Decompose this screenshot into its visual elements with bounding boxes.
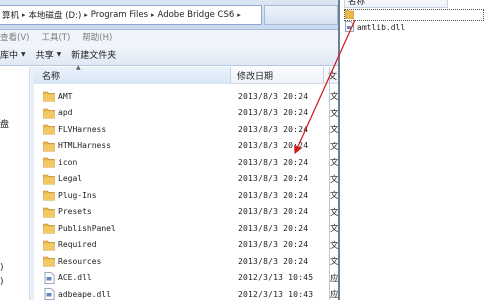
file-date: 2013/8/3 20:24 [238,108,309,118]
file-date: 2013/8/3 20:24 [238,240,309,250]
column-date-label: 修改日期 [237,72,274,82]
folder-icon [43,206,55,218]
organize-label: 库中 [0,51,19,61]
table-row[interactable]: AMT 2013/8/3 20:24 文 [34,88,340,105]
table-row[interactable]: apd 2013/8/3 20:24 文 [34,105,340,122]
file-date: 2012/3/13 10:43 [238,289,314,299]
file-date: 2012/3/13 10:45 [238,273,314,283]
file-name: Required [58,240,97,250]
right-column-header-name[interactable]: 名称 [344,0,448,8]
breadcrumb-program-files[interactable]: Program Files [91,10,148,20]
dll-file-icon [43,271,55,284]
file-date: 2013/8/3 20:24 [238,124,309,134]
menu-tools[interactable]: 工具(T) [41,31,70,43]
menu-bar: 查看(V) 工具(T) 帮助(H) [0,30,340,44]
file-name: amtlib.dll [357,23,406,32]
table-row[interactable]: Presets 2013/8/3 20:24 文 [34,204,340,221]
address-bar-area: 算机 ▸ 本地磁盘 (D:) ▸ Program Files ▸ Adobe B… [0,0,340,30]
file-name: Plug-Ins [58,190,97,200]
folder-icon [43,222,55,234]
file-date: 2013/8/3 20:24 [238,157,309,167]
column-header-date[interactable]: 修改日期 [233,67,324,84]
table-row[interactable]: adbeape.dll 2012/3/13 10:43 应 [34,286,340,300]
table-row[interactable]: Plug-Ins 2013/8/3 20:24 文 [34,187,340,204]
breadcrumb-adobe-bridge[interactable]: Adobe Bridge CS6 [158,10,235,20]
dll-file-icon [43,288,55,300]
address-bar-buttons[interactable] [264,5,338,25]
file-name: icon [58,157,78,167]
new-folder-label: 新建文件夹 [71,51,117,61]
file-name: ACE.dll [58,273,92,283]
file-date: 2013/8/3 20:24 [238,190,309,200]
file-date: 2013/8/3 20:24 [238,223,309,233]
table-row[interactable]: ACE.dll 2012/3/13 10:45 应 [34,270,340,287]
column-header: ▲ 名称 修改日期 文 [34,64,340,84]
list-item-amtlib[interactable]: amtlib.dll [345,21,405,34]
file-date: 2013/8/3 20:24 [238,141,309,151]
folder-icon [43,90,55,102]
menu-view[interactable]: 查看(V) [0,31,29,43]
drop-target-selection[interactable] [344,9,484,21]
table-row[interactable]: Legal 2013/8/3 20:24 文 [34,171,340,188]
breadcrumb-drive[interactable]: 本地磁盘 (D:) [29,9,82,21]
file-name: Presets [58,207,92,217]
dll-file-icon [345,21,354,34]
chevron-right-icon[interactable]: ▸ [237,11,241,19]
nav-item-drive[interactable]: 盘 [0,117,9,130]
folder-icon [43,123,55,135]
file-name: Legal [58,174,83,184]
new-folder-button[interactable]: 新建文件夹 [71,48,116,61]
file-date: 2013/8/3 20:24 [238,174,309,184]
file-list: AMT 2013/8/3 20:24 文 apd 2013/8/3 20:24 文 FLVH… [34,88,340,300]
nav-item-a[interactable]: ) [0,263,4,273]
file-name: adbeape.dll [58,289,111,299]
chevron-right-icon[interactable]: ▸ [151,11,155,19]
folder-icon [43,189,55,201]
table-row[interactable]: icon 2013/8/3 20:24 文 [34,154,340,171]
column-header-name[interactable]: ▲ 名称 [34,64,231,84]
nav-item-b[interactable]: ) [0,277,4,287]
share-button[interactable]: 共享 ▼ [36,48,62,61]
table-row[interactable]: HTMLHarness 2013/8/3 20:24 文 [34,138,340,155]
file-date: 2013/8/3 20:24 [238,207,309,217]
folder-icon [43,173,55,185]
file-name: HTMLHarness [58,141,111,151]
navigation-pane[interactable]: 盘 ) ) [0,67,30,300]
column-name-label: 名称 [42,72,61,82]
folder-icon [43,107,55,119]
file-name: FLVHarness [58,124,107,134]
file-name: apd [58,108,73,118]
folder-icon [43,140,55,152]
right-column-name-label: 名称 [348,0,366,7]
table-row[interactable]: Resources 2013/8/3 20:24 文 [34,253,340,270]
folder-icon [43,156,55,168]
file-name: AMT [58,91,73,101]
table-row[interactable]: FLVHarness 2013/8/3 20:24 文 [34,121,340,138]
second-window: 名称 amtlib.dll [340,0,500,300]
screenshot-root: 算机 ▸ 本地磁盘 (D:) ▸ Program Files ▸ Adobe B… [0,0,500,300]
chevron-right-icon[interactable]: ▸ [84,11,88,19]
file-date: 2013/8/3 20:24 [238,91,309,101]
folder-icon [43,239,55,251]
sort-up-icon: ▲ [76,64,81,71]
file-name: PublishPanel [58,223,116,233]
address-bar[interactable]: 算机 ▸ 本地磁盘 (D:) ▸ Program Files ▸ Adobe B… [0,5,262,25]
chevron-down-icon: ▼ [56,51,62,58]
chevron-down-icon: ▼ [21,51,26,58]
table-row[interactable]: Required 2013/8/3 20:24 文 [34,237,340,254]
folder-icon [43,255,55,267]
column-divider [329,67,330,300]
organize-button[interactable]: 库中 ▼ [0,48,26,61]
chevron-right-icon[interactable]: ▸ [22,11,26,19]
file-name: Resources [58,256,102,266]
file-date: 2013/8/3 20:24 [238,256,309,266]
breadcrumb-computer[interactable]: 算机 [2,9,19,21]
share-label: 共享 [35,51,54,61]
table-row[interactable]: PublishPanel 2013/8/3 20:24 文 [34,220,340,237]
command-bar: 库中 ▼ 共享 ▼ 新建文件夹 [0,44,340,66]
menu-help[interactable]: 帮助(H) [82,31,112,43]
